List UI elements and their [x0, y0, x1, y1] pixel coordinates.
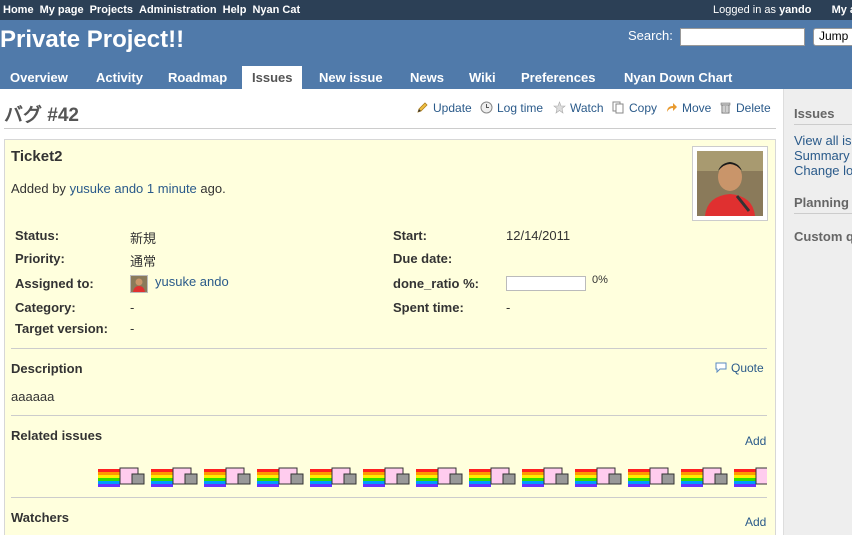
category-label: Category: — [15, 300, 76, 315]
sidebar: Issues View all is Summary Change lo Pla… — [783, 89, 852, 535]
done-ratio-bar — [506, 276, 586, 291]
tab-nyan-down-chart[interactable]: Nyan Down Chart — [614, 66, 742, 89]
update-label: Update — [433, 101, 472, 115]
target-version-value: - — [130, 321, 135, 336]
quote-label: Quote — [731, 361, 764, 375]
top-link-nyan-cat[interactable]: Nyan Cat — [252, 4, 300, 16]
search-label: Search: — [628, 28, 673, 43]
nyan-cat-strip — [98, 467, 767, 491]
speech-bubble-icon — [715, 362, 727, 374]
logged-in-user-link[interactable]: yando — [779, 4, 811, 16]
top-link-help[interactable]: Help — [223, 4, 247, 16]
spent-time-label: Spent time: — [393, 300, 464, 315]
tab-issues[interactable]: Issues — [242, 66, 303, 89]
logged-in-status: Logged in as yando My a — [713, 4, 852, 16]
tab-wiki[interactable]: Wiki — [459, 66, 506, 89]
log-time-label: Log time — [497, 101, 544, 115]
done-ratio-label: done_ratio %: — [393, 276, 479, 291]
top-menu-links: Home My page Projects Administration Hel… — [3, 4, 300, 16]
sidebar-divider — [794, 124, 852, 125]
star-icon — [553, 101, 566, 114]
ago-suffix: ago. — [200, 181, 226, 196]
issue-author-line: Added by yusuke ando 1 minute ago. — [11, 181, 226, 196]
priority-value: 通常 — [130, 254, 157, 269]
author-photo — [697, 151, 763, 216]
age-link[interactable]: 1 minute — [147, 181, 197, 196]
target-version-label: Target version: — [15, 321, 108, 336]
project-header: Private Project!! Search: Jump Overview … — [0, 20, 852, 89]
watchers-divider — [11, 497, 767, 498]
jump-to-project-select[interactable]: Jump — [813, 28, 852, 46]
delete-label: Delete — [736, 101, 771, 115]
search-input[interactable] — [680, 28, 805, 46]
copy-link[interactable]: Copy — [612, 101, 657, 115]
related-divider — [11, 415, 767, 416]
issue-subject: Ticket2 — [11, 148, 63, 165]
watch-link[interactable]: Watch — [553, 101, 604, 115]
tab-activity[interactable]: Activity — [86, 66, 153, 89]
description-title: Description — [11, 361, 83, 376]
sidebar-divider — [794, 213, 852, 214]
priority-label: Priority: — [15, 251, 65, 266]
sidebar-link-summary[interactable]: Summary — [794, 148, 850, 163]
log-time-link[interactable]: Log time — [480, 101, 543, 115]
copy-label: Copy — [629, 101, 658, 115]
watchers-title: Watchers — [11, 510, 70, 525]
move-link[interactable]: Move — [665, 101, 711, 115]
add-watcher-link[interactable]: Add — [745, 515, 766, 529]
top-link-my-page[interactable]: My page — [40, 4, 84, 16]
description-divider — [11, 348, 767, 349]
assignee-link[interactable]: yusuke ando — [155, 274, 229, 289]
quote-link[interactable]: Quote — [715, 361, 764, 375]
move-arrow-icon — [667, 103, 677, 112]
added-by-prefix: Added by — [11, 181, 66, 196]
related-issues-title: Related issues — [11, 428, 103, 443]
tab-news[interactable]: News — [400, 66, 454, 89]
trash-icon — [720, 102, 731, 114]
project-title: Private Project!! — [0, 26, 185, 53]
update-link[interactable]: Update — [416, 101, 472, 115]
category-value: - — [130, 300, 135, 315]
clock-icon — [480, 101, 493, 114]
assignee-avatar — [130, 275, 148, 293]
issue-details: Ticket2 Added by yusuke ando 1 minute ag… — [4, 139, 776, 535]
delete-link[interactable]: Delete — [719, 101, 771, 115]
pencil-icon — [417, 102, 428, 113]
issue-heading: バグ #42 — [4, 105, 79, 126]
start-label: Start: — [393, 228, 427, 243]
spent-time-value: - — [506, 300, 511, 315]
sidebar-link-change-log[interactable]: Change lo — [794, 163, 852, 178]
top-link-home[interactable]: Home — [3, 4, 34, 16]
tab-roadmap[interactable]: Roadmap — [158, 66, 237, 89]
start-value: 12/14/2011 — [506, 228, 571, 243]
assignee-photo — [131, 276, 147, 292]
top-link-administration[interactable]: Administration — [139, 4, 217, 16]
logged-in-prefix: Logged in as — [713, 4, 776, 16]
copy-icon — [612, 101, 624, 114]
assigned-label: Assigned to: — [15, 276, 94, 291]
tab-new-issue[interactable]: New issue — [309, 66, 393, 89]
my-account-link[interactable]: My a — [832, 4, 852, 16]
nyan-cat-rainbow-image — [98, 467, 767, 487]
sidebar-issues-title: Issues — [794, 106, 835, 121]
due-date-label: Due date: — [393, 251, 453, 266]
top-menu: Home My page Projects Administration Hel… — [0, 0, 852, 20]
sidebar-link-view-all-issues[interactable]: View all is — [794, 133, 852, 148]
title-divider — [4, 128, 776, 129]
status-label: Status: — [15, 228, 60, 243]
sidebar-custom-queries-title: Custom q — [794, 229, 852, 244]
done-ratio-value: 0% — [592, 274, 608, 286]
top-link-projects[interactable]: Projects — [90, 4, 133, 16]
tab-preferences[interactable]: Preferences — [511, 66, 605, 89]
add-related-issue-link[interactable]: Add — [745, 434, 766, 448]
description-text: aaaaaa — [11, 389, 55, 404]
issue-content: バグ #42 Update Log time Watch Copy Move D… — [0, 89, 783, 535]
sidebar-planning-title: Planning — [794, 195, 849, 210]
status-value: 新規 — [130, 231, 157, 246]
author-avatar — [692, 146, 768, 221]
move-label: Move — [682, 101, 712, 115]
tab-overview[interactable]: Overview — [0, 66, 78, 89]
watch-label: Watch — [570, 101, 604, 115]
author-link[interactable]: yusuke ando — [70, 181, 144, 196]
